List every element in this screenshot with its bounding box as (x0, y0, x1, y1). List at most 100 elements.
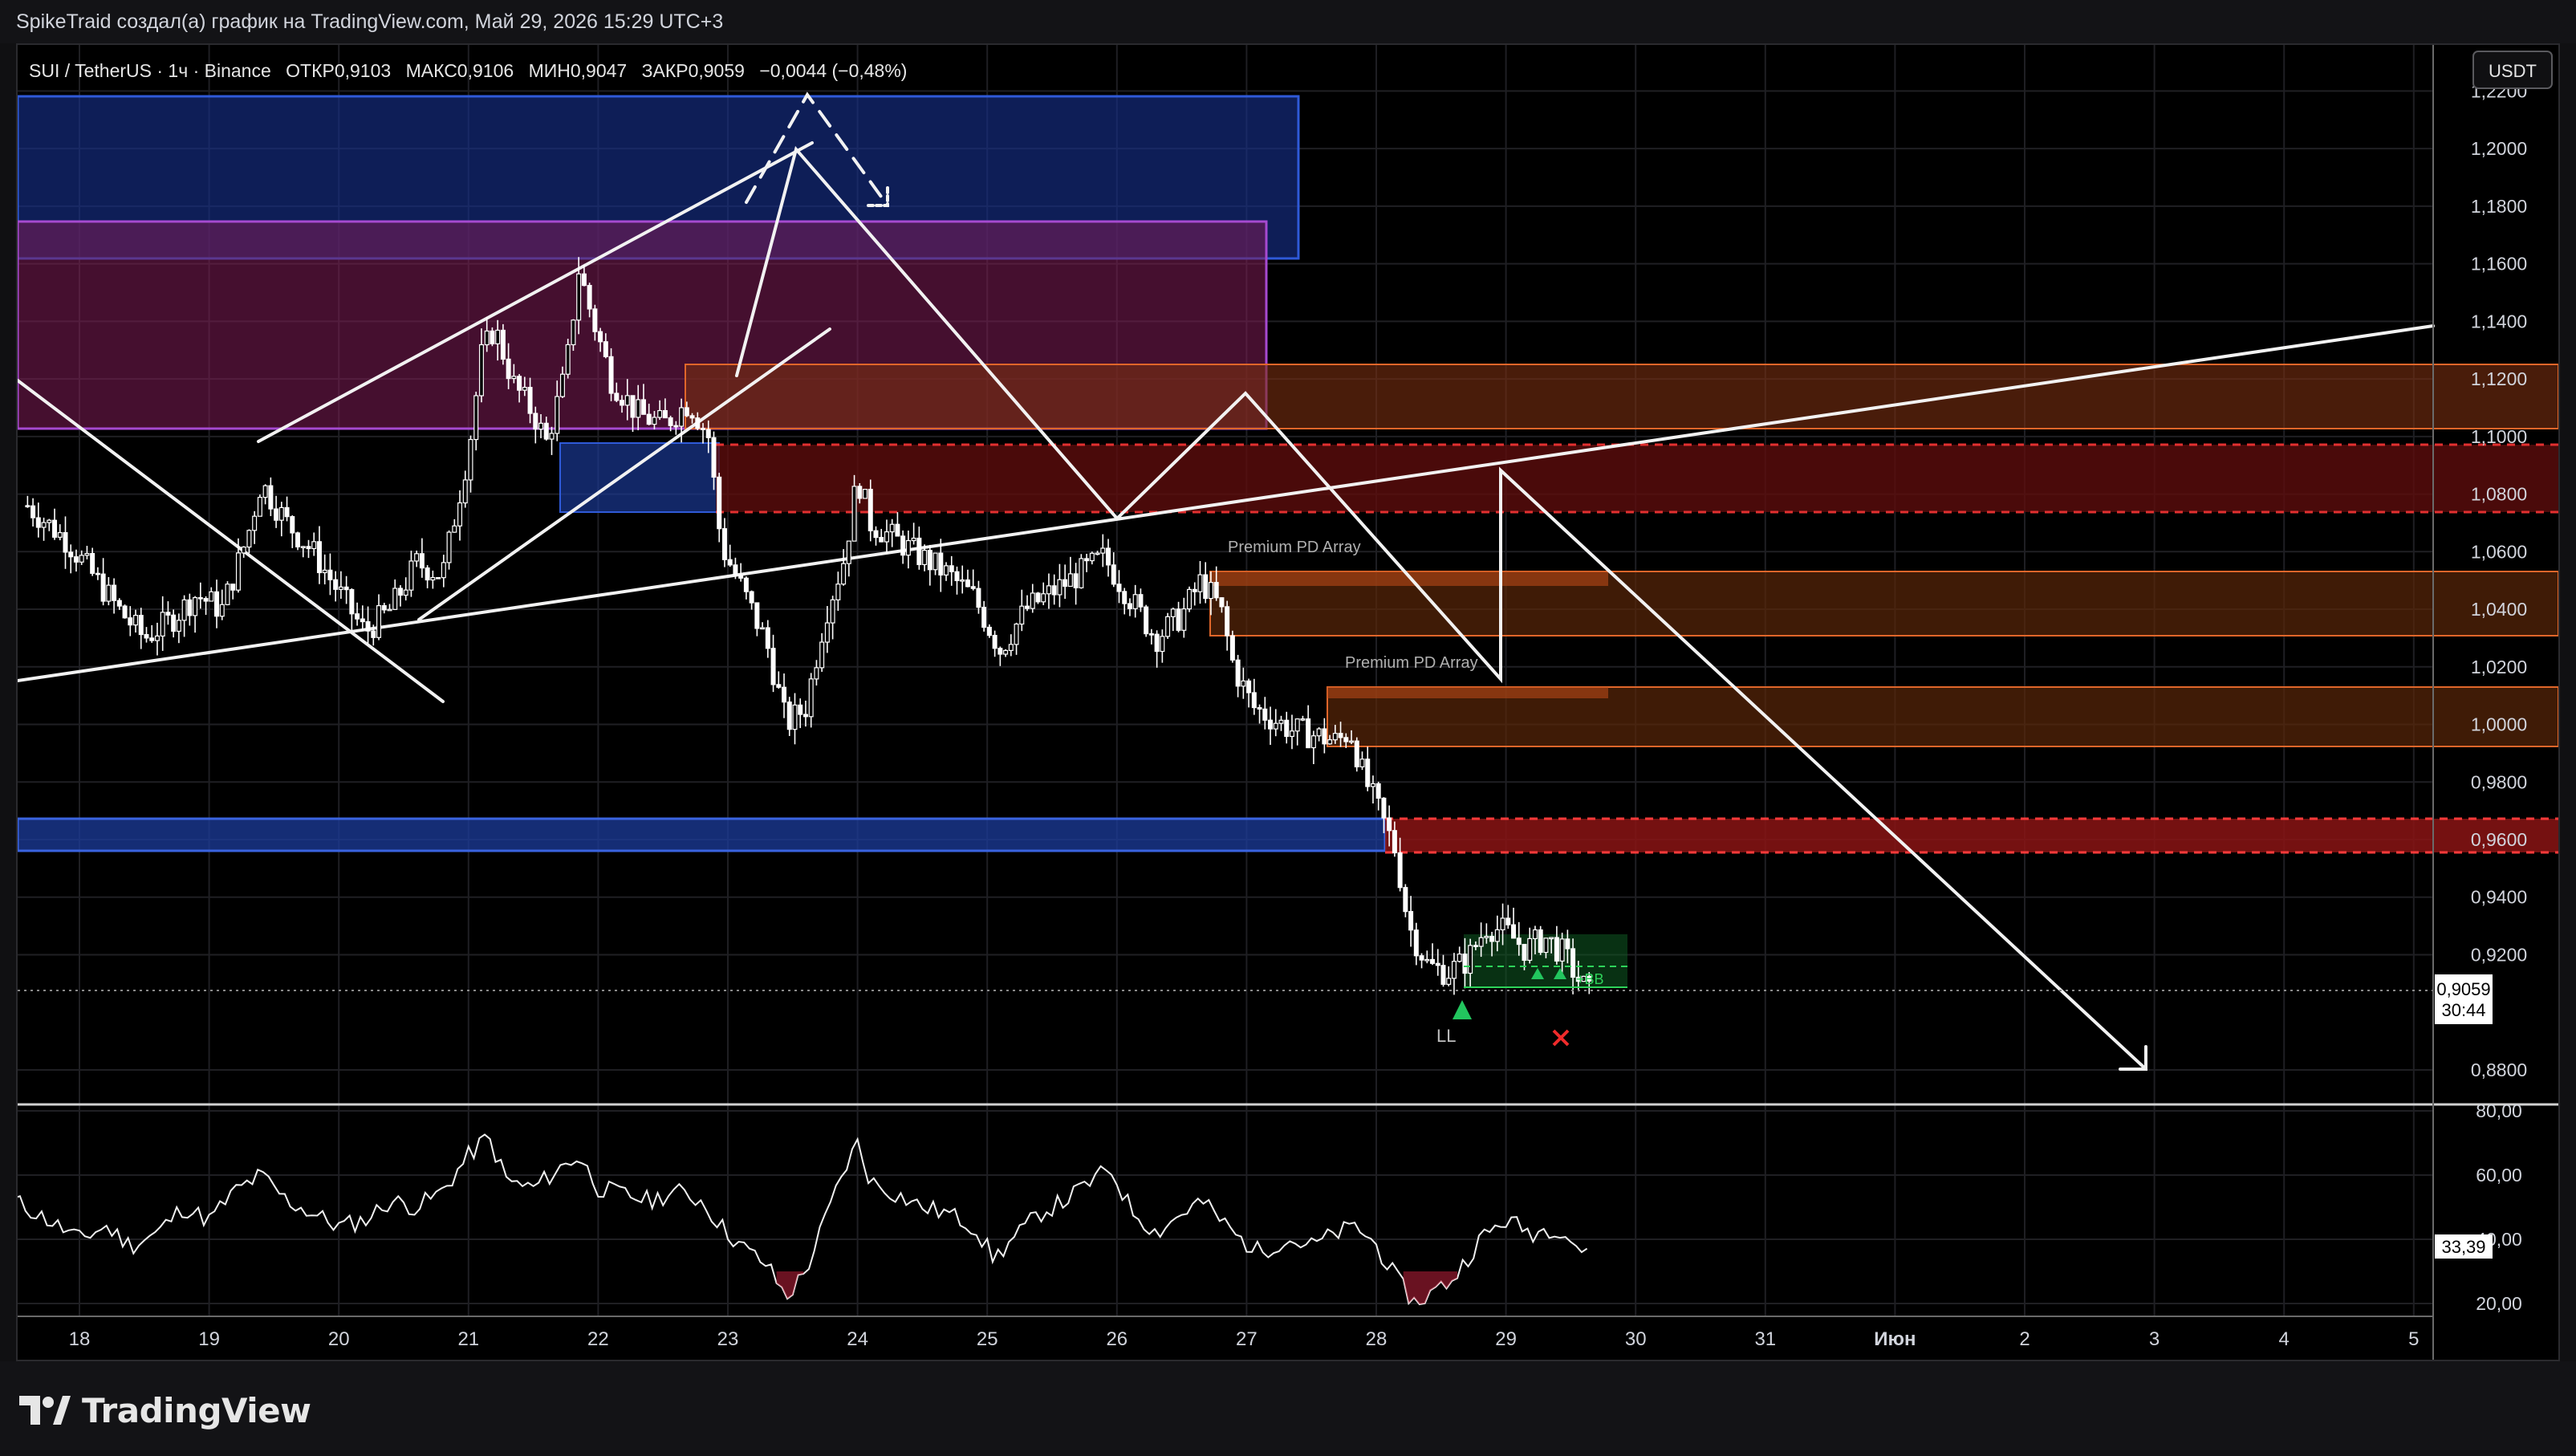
candle-body (511, 376, 517, 380)
candle-body (1316, 728, 1322, 737)
price-tick-label: 1,0400 (2471, 599, 2527, 620)
time-tick-label: 28 (1366, 1328, 1388, 1350)
candle-body (1403, 887, 1408, 913)
tradingview-logo[interactable]: TradingView (19, 1390, 311, 1430)
candle-body (938, 552, 944, 575)
candle-body (446, 531, 452, 563)
candle-body (63, 532, 68, 553)
time-tick-label: 31 (1754, 1328, 1776, 1350)
candle-body (640, 399, 646, 415)
candle-body (522, 387, 527, 391)
candle-body (636, 399, 641, 418)
candle-body (468, 438, 473, 481)
candle-body (808, 678, 814, 718)
candle-body (587, 284, 592, 310)
candle-body (430, 576, 436, 581)
red-zone-low[interactable] (1385, 819, 2558, 852)
ll-up-arrow[interactable] (1453, 1000, 1472, 1019)
candle-body (689, 415, 695, 419)
legend-close: ЗАКР0,9059 (642, 60, 745, 81)
orange-zone-top[interactable] (685, 364, 2558, 429)
legend-symbol: SUI / TetherUS · 1ч · Binance (29, 60, 271, 81)
candle-body (1225, 606, 1230, 636)
price-tick-label: 1,0200 (2471, 657, 2527, 677)
candle-body (814, 667, 819, 680)
candle-body (112, 584, 117, 601)
candle-body (873, 530, 879, 539)
time-axis[interactable]: 18 19 20 21 22 23 24 25 26 27 28 29 30 31 Июн 2 3 4 5 (69, 1328, 2420, 1350)
candle-body (187, 599, 193, 616)
price-chart[interactable]: +BB LL Premium PD Array Premium PD Array… (18, 45, 2558, 1360)
price-tick-label: 0,8800 (2471, 1059, 2527, 1080)
candle-body (176, 620, 181, 632)
candle-body (932, 552, 938, 571)
candle-body (1008, 644, 1014, 651)
candle-body (576, 273, 582, 321)
candle-body (997, 648, 1003, 655)
candle-body (1208, 582, 1213, 600)
candle-body (1067, 573, 1073, 588)
currency-button[interactable]: USDT (2472, 51, 2553, 89)
price-tick-label: 1,0600 (2471, 541, 2527, 562)
price-tick-label: 1,1600 (2471, 254, 2527, 275)
candle-body (52, 519, 58, 538)
red-zone-top[interactable] (716, 445, 2558, 512)
candle-body (381, 605, 387, 611)
candle-body (300, 546, 306, 548)
candle-body (992, 634, 997, 649)
candle-body (770, 648, 776, 685)
rsi-oversold-fill (1403, 1271, 1457, 1304)
candle-body (1505, 917, 1511, 925)
candle-body (646, 413, 652, 425)
candle-body (1527, 937, 1533, 961)
candle-body (197, 596, 203, 600)
candle-body (905, 539, 911, 556)
candle-body (1116, 584, 1122, 592)
candle-body (1144, 606, 1149, 635)
legend-high: МАКС0,9106 (406, 60, 514, 81)
candle-body (1014, 623, 1019, 645)
candle-body (133, 615, 139, 626)
candle-body (867, 489, 873, 531)
candle-body (782, 686, 787, 703)
candle-body (128, 617, 133, 626)
candle-body (1160, 636, 1165, 653)
candle-body (527, 387, 533, 414)
attribution-bar: SpikeTraid создал(а) график на TradingVi… (0, 0, 2576, 43)
chart-frame[interactable]: +BB LL Premium PD Array Premium PD Array… (16, 43, 2560, 1361)
candle-body (1197, 574, 1203, 592)
candle-body (701, 428, 706, 430)
candle-body (922, 550, 928, 566)
candle-body (555, 396, 560, 434)
time-tick-label: 23 (717, 1328, 739, 1350)
candle-body (830, 599, 835, 624)
candle-body (1187, 588, 1193, 610)
candle-body (1310, 735, 1316, 749)
candle-body (1073, 573, 1079, 588)
candle-body (47, 519, 52, 523)
candle-body (1046, 585, 1051, 595)
rsi-panel[interactable] (18, 1133, 1588, 1306)
blue-zone-low[interactable] (18, 817, 1387, 852)
svg-text:SUI / TetherUS · 1ч · Binance: SUI / TetherUS · 1ч · Binance ОТКР0,9103… (29, 60, 907, 81)
candle-body (603, 341, 608, 357)
rsi-line[interactable] (18, 1133, 1588, 1306)
candle-body (1148, 632, 1154, 636)
candle-body (1106, 547, 1111, 566)
candle-body (311, 541, 317, 550)
candle-countdown: 30:44 (2441, 1000, 2485, 1020)
candle-body (1343, 737, 1349, 742)
candle-body (360, 618, 365, 623)
time-tick-label: Июн (1874, 1328, 1916, 1350)
candle-body (1554, 937, 1559, 962)
candle-body (549, 433, 555, 440)
sell-x-marker[interactable] (1552, 1029, 1570, 1047)
time-tick-label: 2 (2019, 1328, 2030, 1350)
candle-body (1424, 958, 1430, 962)
candle-body (452, 525, 457, 533)
candle-body (1079, 558, 1084, 588)
candle-body (1419, 955, 1424, 961)
candle-body (1300, 718, 1306, 721)
candle-body (765, 627, 770, 649)
candle-body (203, 598, 209, 602)
